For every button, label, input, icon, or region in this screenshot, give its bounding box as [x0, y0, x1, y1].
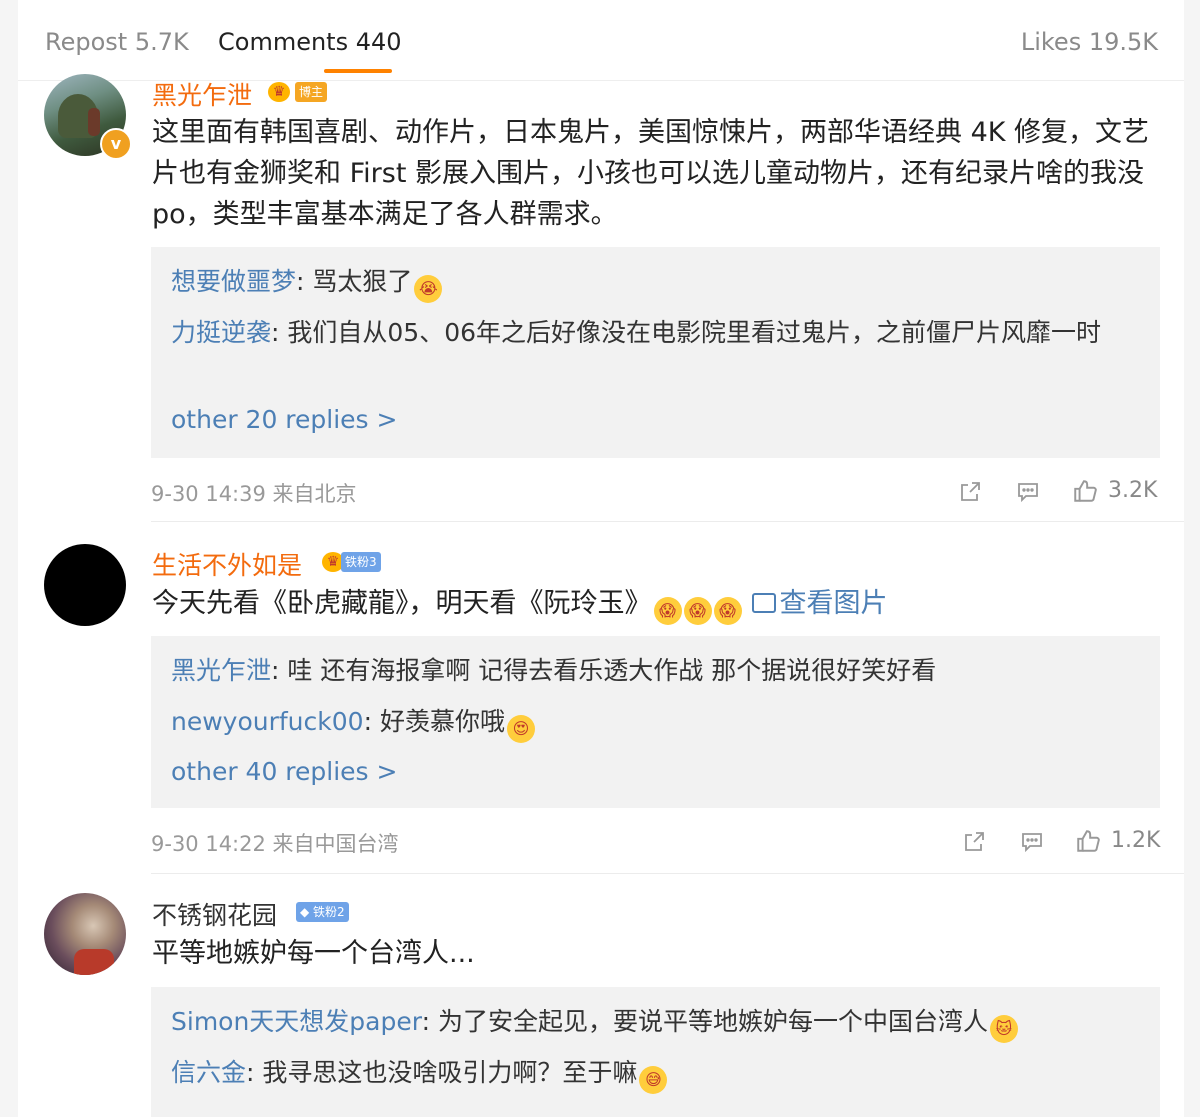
like-count: 3.2K	[1108, 478, 1158, 503]
comment-icon	[1022, 833, 1042, 853]
heart-eyes-face-icon: 😍	[506, 715, 535, 743]
crown-icon: ♛	[268, 82, 290, 102]
image-icon	[751, 593, 776, 613]
verified-badge-icon: v	[100, 128, 132, 160]
reply-username[interactable]: newyourfuck00	[171, 707, 364, 736]
like-button[interactable]	[1075, 828, 1101, 854]
reply-item: 信六金: 我寻思这也没啥吸引力啊？至于嘛 😅	[171, 1053, 1151, 1094]
tab-repost[interactable]: Repost 5.7K	[45, 28, 189, 56]
reply-item: 想要做噩梦: 骂太狠了 😭	[171, 262, 1141, 303]
reply-text: 哇 还有海报拿啊 记得去看乐透大作战 那个据说很好笑好看	[287, 656, 937, 685]
comment-username[interactable]: 不锈钢花园	[152, 896, 277, 932]
replies-box: 黑光乍泄: 哇 还有海报拿啊 记得去看乐透大作战 那个据说很好笑好看 newyo…	[151, 636, 1160, 808]
reply-username[interactable]: 力挺逆袭	[171, 318, 271, 347]
share-icon	[961, 482, 980, 501]
share-icon	[965, 832, 984, 851]
avatar[interactable]	[44, 544, 126, 626]
blogger-badge: 博主	[295, 82, 328, 102]
comment-meta: 9-30 14:22 来自中国台湾	[151, 832, 399, 856]
comment-username[interactable]: 生活不外如是	[152, 546, 302, 582]
reply-text: 我寻思这也没啥吸引力啊？至于嘛	[262, 1058, 638, 1087]
divider	[151, 873, 1184, 874]
comment-meta: 9-30 14:39 来自北京	[151, 482, 357, 506]
comment-username[interactable]: 黑光乍泄	[152, 76, 252, 112]
avatar[interactable]	[44, 893, 126, 975]
reply-text: 骂太狠了	[312, 267, 413, 296]
share-button[interactable]	[958, 480, 982, 504]
reply-item: 力挺逆袭: 我们自从05、06年之后好像没在电影院里看过鬼片，之前僵尸片风靡一时	[171, 318, 1102, 347]
comment-text: 平等地嫉妒每一个台湾人...	[152, 938, 475, 969]
reply-text: 好羡慕你哦	[379, 707, 505, 736]
comment-button[interactable]	[1016, 480, 1040, 504]
active-tab-indicator	[324, 69, 392, 73]
comment-button[interactable]	[1020, 830, 1044, 854]
reply-username[interactable]: 黑光乍泄	[171, 656, 271, 685]
view-image-link[interactable]: 查看图片	[780, 588, 888, 619]
thumbs-up-icon	[1077, 830, 1100, 852]
reply-item: newyourfuck00: 好羡慕你哦 😍	[171, 702, 1141, 743]
sweat-smile-face-icon: 😅	[639, 1066, 668, 1094]
cat-face-icon: 🐱	[989, 1015, 1018, 1043]
thumbs-up-icon	[1074, 480, 1097, 502]
comments-card: Repost 5.7K Comments 440 Likes 19.5K v 黑…	[18, 0, 1184, 1117]
reply-item: 黑光乍泄: 哇 还有海报拿啊 记得去看乐透大作战 那个据说很好笑好看	[171, 656, 937, 685]
shocked-face-icon: 😱	[683, 597, 712, 625]
reply-text: 为了安全起见，要说平等地嫉妒每一个中国台湾人	[437, 1007, 988, 1036]
reply-username[interactable]: Simon天天想发paper	[171, 1007, 422, 1036]
reply-username[interactable]: 想要做噩梦	[171, 267, 296, 296]
replies-box: Simon天天想发paper: 为了安全起见，要说平等地嫉妒每一个中国台湾人 🐱 …	[151, 987, 1160, 1117]
tab-likes[interactable]: Likes 19.5K	[1021, 28, 1158, 56]
reply-username[interactable]: 信六金	[171, 1058, 246, 1087]
divider	[151, 521, 1184, 522]
shocked-face-icon: 😱	[653, 597, 682, 625]
share-button[interactable]	[962, 830, 986, 854]
like-button[interactable]	[1072, 478, 1098, 504]
comment-text: 今天先看《卧虎藏龍》，明天看《阮玲玉》 😱 😱 😱 查看图片	[152, 583, 1162, 625]
fan-badge: ◆ 铁粉2	[296, 902, 349, 922]
tab-bar: Repost 5.7K Comments 440 Likes 19.5K	[18, 0, 1184, 81]
crying-face-icon: 😭	[414, 275, 443, 303]
fan-badge: 铁粉3	[341, 552, 381, 572]
replies-box: 想要做噩梦: 骂太狠了 😭 力挺逆袭: 我们自从05、06年之后好像没在电影院里看…	[151, 247, 1160, 458]
more-replies-link[interactable]: other 20 replies >	[171, 405, 397, 434]
tab-comments[interactable]: Comments 440	[218, 28, 402, 56]
comment-icon	[1018, 483, 1038, 503]
like-count: 1.2K	[1111, 828, 1161, 853]
more-replies-link[interactable]: other 40 replies >	[171, 757, 397, 786]
comment-text: 这里面有韩国喜剧、动作片，日本鬼片，美国惊悚片，两部华语经典 4K 修复，文艺片…	[152, 117, 1150, 230]
reply-item: Simon天天想发paper: 为了安全起见，要说平等地嫉妒每一个中国台湾人 🐱	[171, 1002, 1151, 1043]
shocked-face-icon: 😱	[713, 597, 742, 625]
reply-text: 我们自从05、06年之后好像没在电影院里看过鬼片，之前僵尸片风靡一时	[287, 318, 1102, 347]
